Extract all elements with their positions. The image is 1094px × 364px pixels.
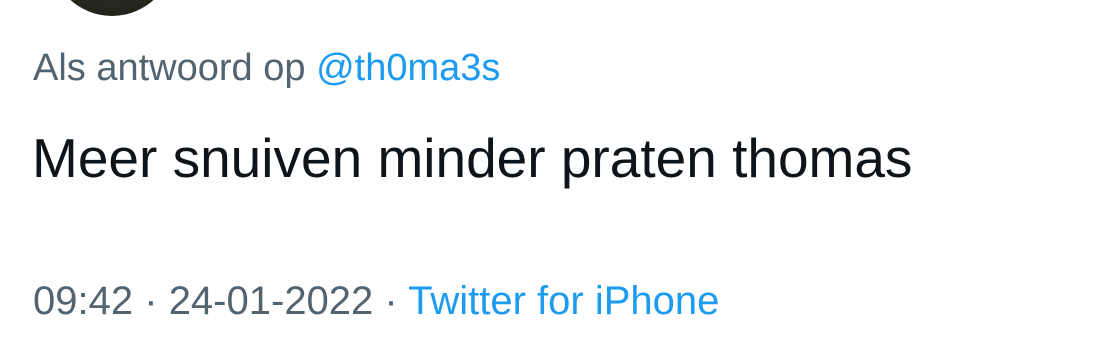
tweet-time[interactable]: 09:42 [33,279,133,323]
avatar[interactable] [50,0,174,16]
meta-separator: · [384,279,398,323]
meta-separator: · [144,279,158,323]
tweet-meta: 09:42 · 24-01-2022 · Twitter for iPhone [33,276,719,326]
tweet-source-link[interactable]: Twitter for iPhone [408,279,719,323]
tweet-text: Meer snuiven minder praten thomas [32,127,913,189]
tweet-date[interactable]: 24-01-2022 [169,279,374,323]
reply-context: Als antwoord op @th0ma3s [33,44,500,92]
reply-handle-link[interactable]: @th0ma3s [316,47,500,89]
reply-prefix: Als antwoord op [33,47,306,89]
